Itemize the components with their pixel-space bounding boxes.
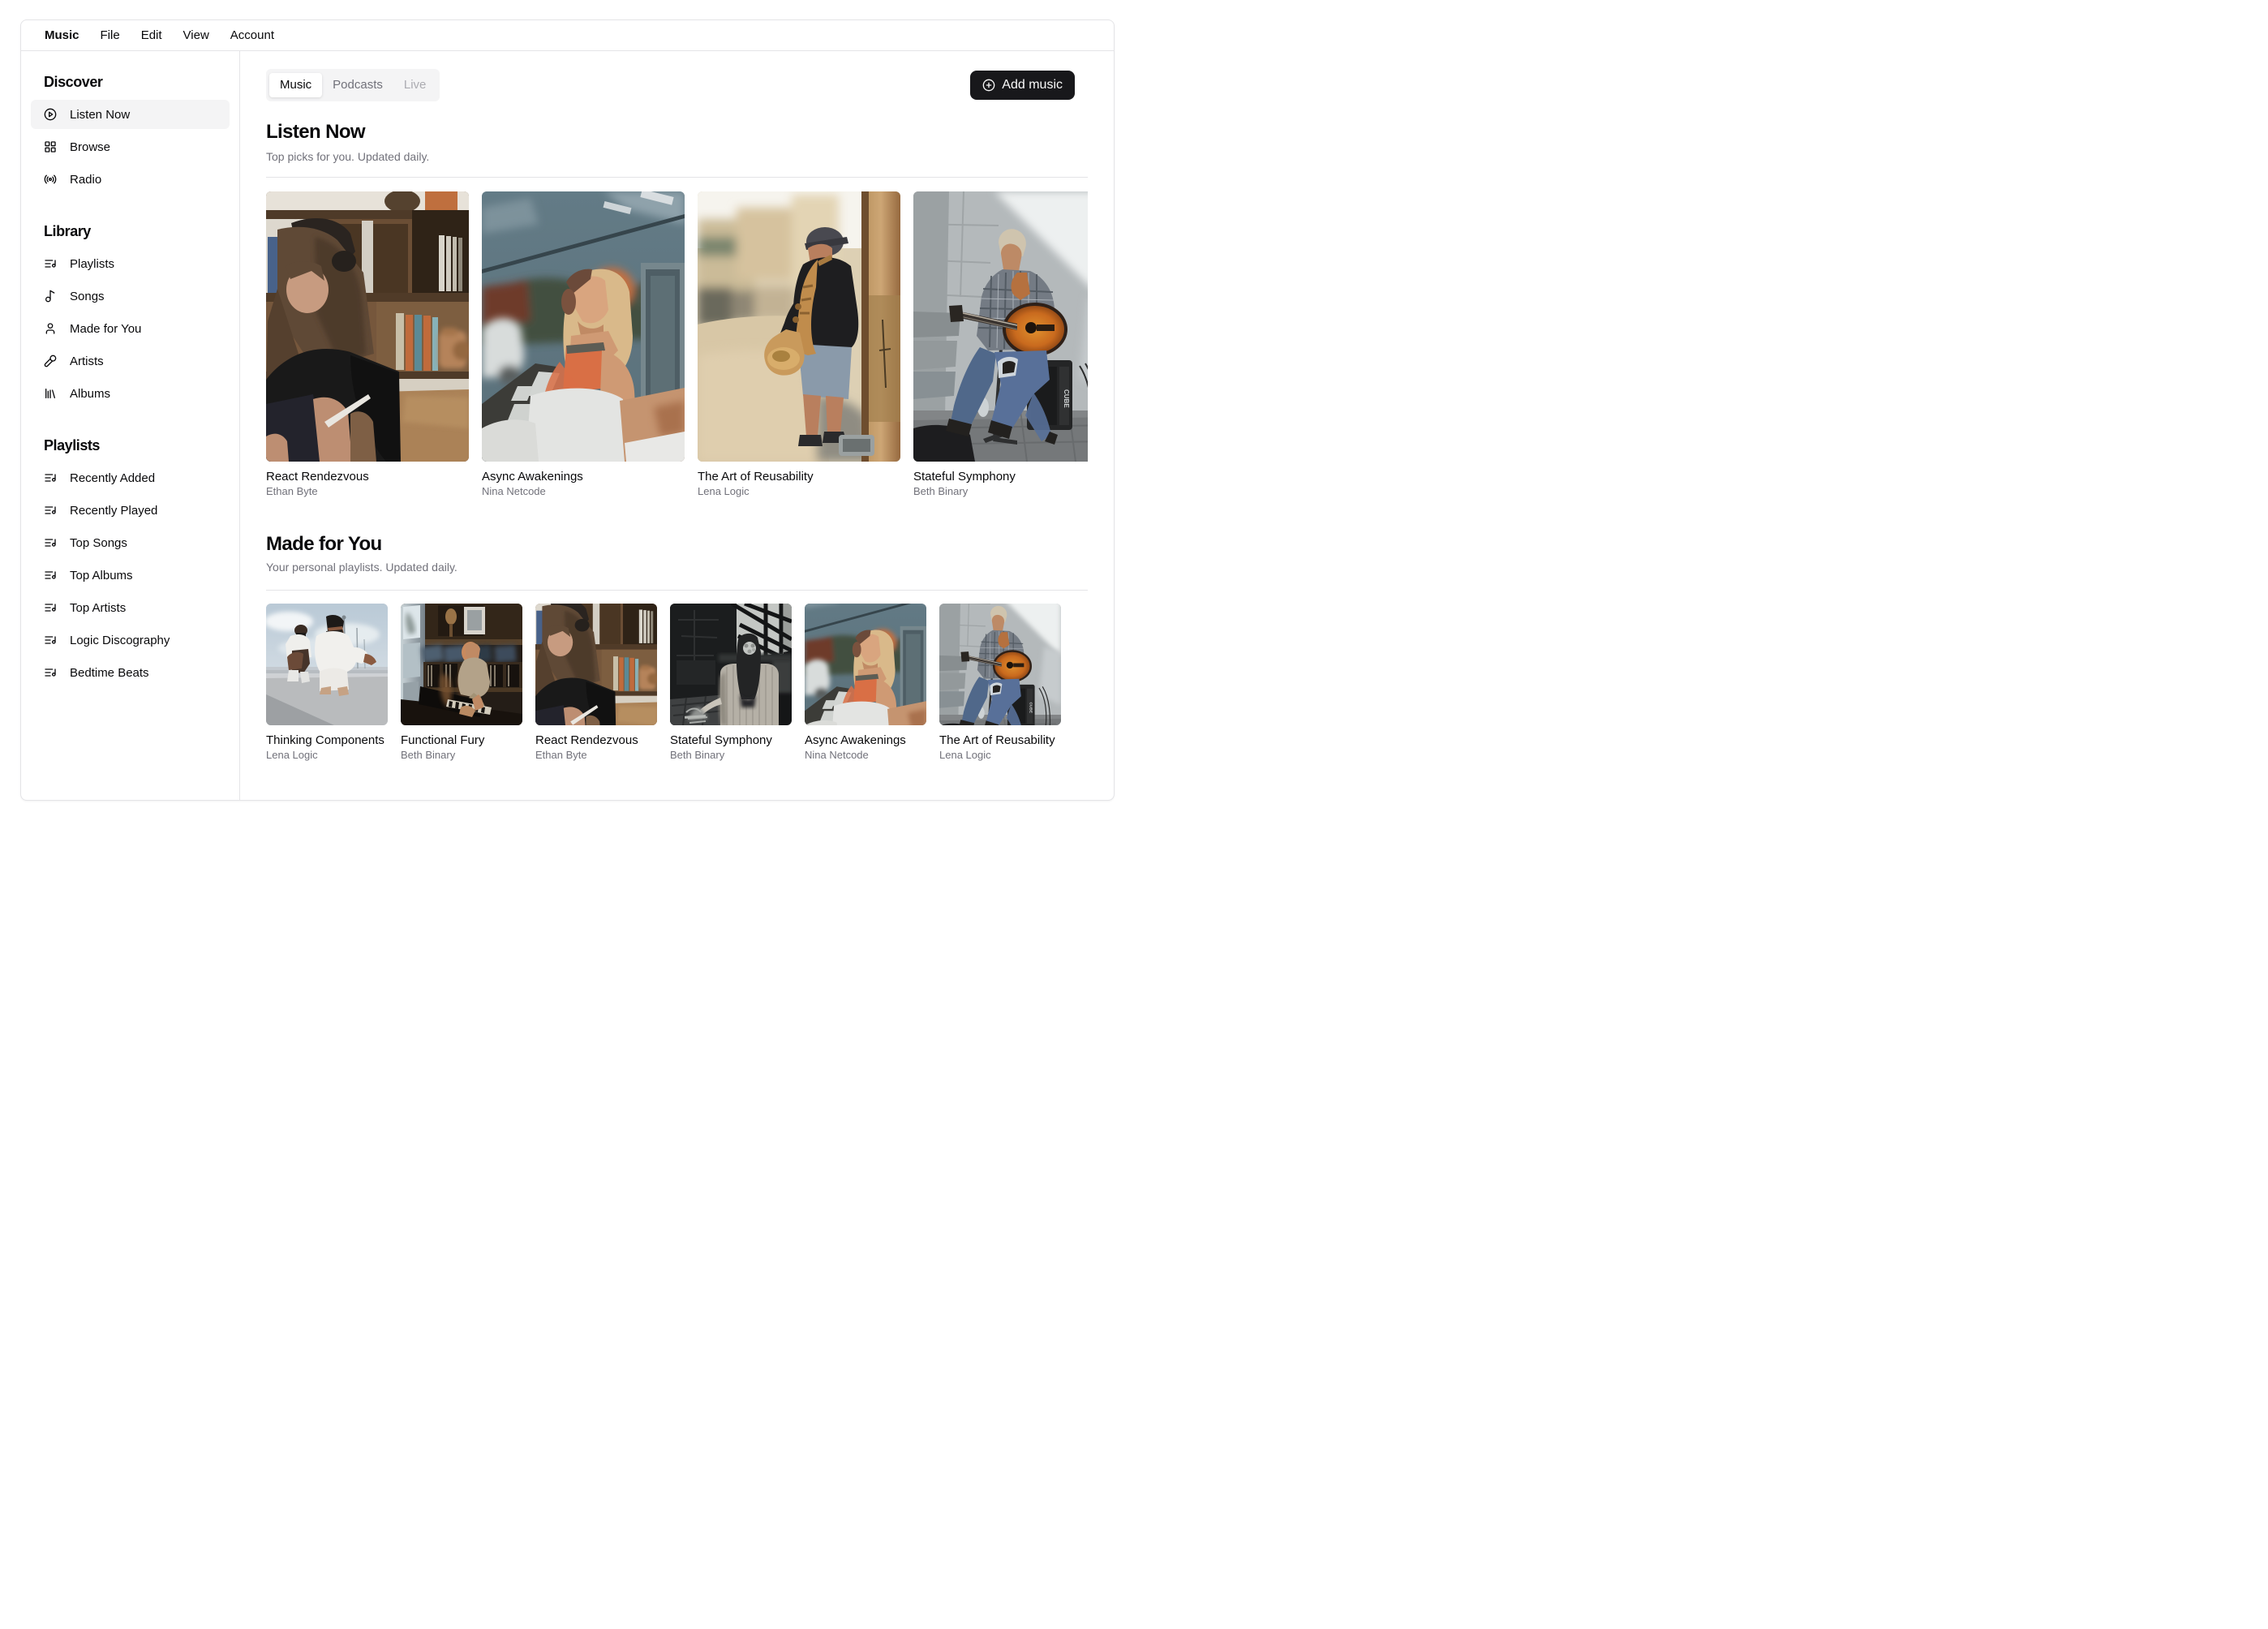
svg-text:CUBE: CUBE	[1063, 389, 1070, 408]
svg-text:CUBE: CUBE	[1029, 703, 1033, 714]
